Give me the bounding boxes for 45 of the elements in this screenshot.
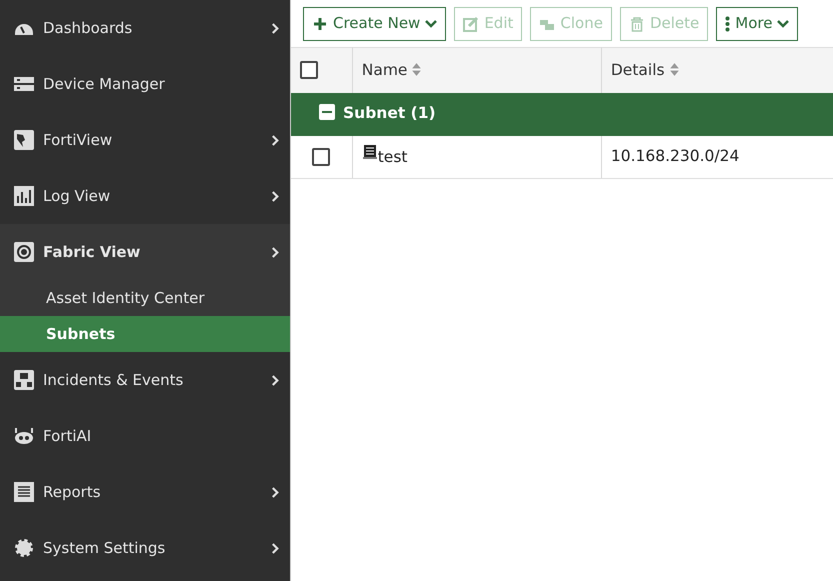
caret-icon xyxy=(777,20,790,28)
robot-icon xyxy=(14,426,34,446)
table-cell: test xyxy=(378,148,408,166)
sidebar-item[interactable]: System Settings xyxy=(0,520,290,576)
chevron-right-icon xyxy=(271,246,280,258)
checkbox[interactable] xyxy=(312,148,330,166)
toolbar-button[interactable]: More xyxy=(716,6,798,40)
network-icon xyxy=(14,370,34,390)
sidebar-item[interactable]: FortiView xyxy=(0,112,290,168)
chevron-right-icon xyxy=(271,190,280,202)
subnet-icon xyxy=(362,144,378,160)
bar-chart-icon xyxy=(14,186,34,206)
document-icon xyxy=(14,482,34,502)
collapse-icon[interactable] xyxy=(319,104,335,120)
sidebar-subitem[interactable]: Subnets xyxy=(0,316,290,352)
chevron-right-icon xyxy=(271,374,280,386)
column-header[interactable]: Details xyxy=(610,60,665,79)
chevron-right-icon xyxy=(271,542,280,554)
sidebar-item[interactable]: Incidents & Events xyxy=(0,352,290,408)
sidebar-item[interactable]: Log View xyxy=(0,168,290,224)
edit-icon xyxy=(463,16,480,32)
sidebar-item[interactable]: Reports xyxy=(0,464,290,520)
sort-icon[interactable] xyxy=(411,62,422,77)
sidebar-item[interactable]: Fabric View xyxy=(0,224,290,280)
table-cell: 10.168.230.0/24 xyxy=(610,147,740,166)
sidebar-item[interactable]: FortiAI xyxy=(0,408,290,464)
target-icon xyxy=(14,242,34,262)
more-icon xyxy=(725,16,730,32)
trash-icon xyxy=(628,16,645,32)
column-header[interactable]: Name xyxy=(362,60,408,79)
toolbar-button[interactable]: Create New xyxy=(303,6,446,40)
sidebar-subitem[interactable]: Asset Identity Center xyxy=(0,280,290,316)
sort-icon[interactable] xyxy=(668,62,680,77)
gear-icon xyxy=(14,538,34,558)
chevron-right-icon xyxy=(271,486,280,498)
server-icon xyxy=(14,74,34,94)
group-label: Subnet (1) xyxy=(343,104,436,122)
chevron-right-icon xyxy=(271,22,280,34)
sidebar-item[interactable]: Dashboards xyxy=(0,0,290,56)
globe-map-icon xyxy=(14,130,34,150)
checkbox[interactable] xyxy=(300,61,318,80)
chevron-right-icon xyxy=(271,134,280,146)
plus-icon xyxy=(312,16,328,32)
caret-icon xyxy=(425,20,438,28)
sidebar-item[interactable]: Device Manager xyxy=(0,56,290,112)
